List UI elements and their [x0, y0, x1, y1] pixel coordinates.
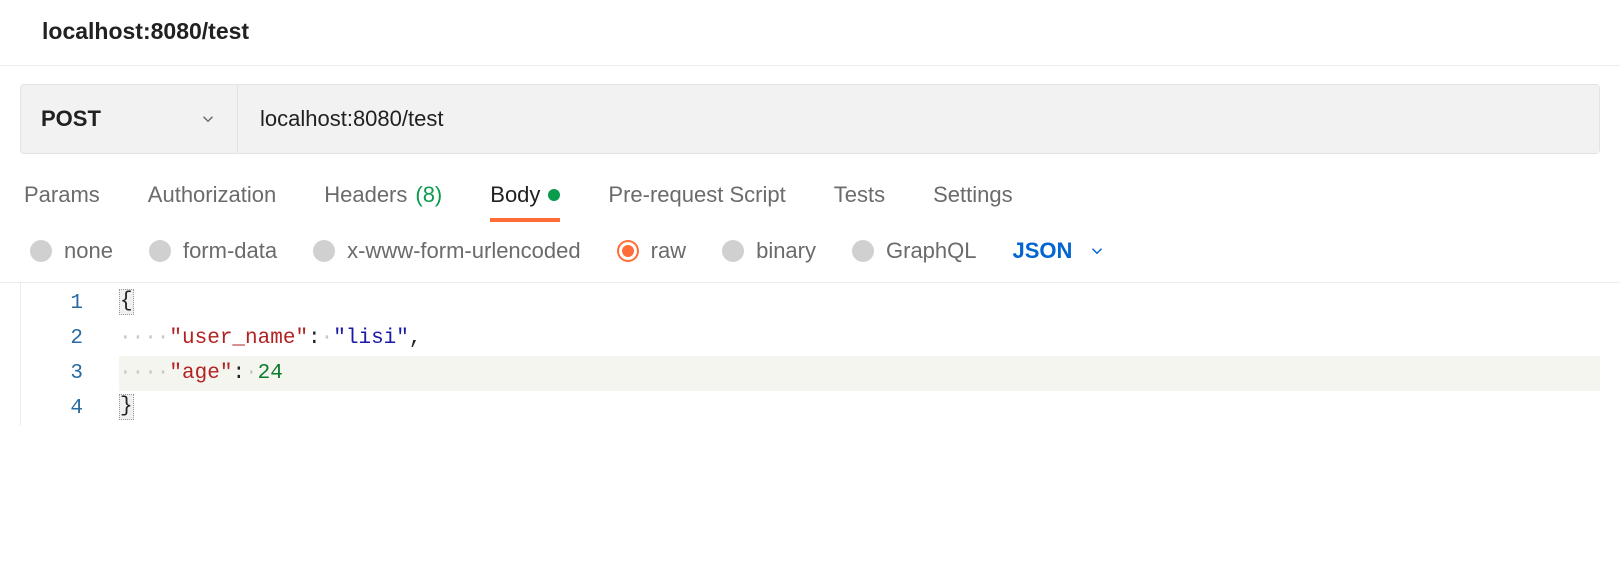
- body-type-binary[interactable]: binary: [722, 238, 816, 264]
- radio-icon: [30, 240, 52, 262]
- line-number: 3: [21, 356, 83, 391]
- tab-body[interactable]: Body: [490, 182, 560, 220]
- code-line: ····"age":·24: [119, 356, 1600, 391]
- body-type-selector: none form-data x-www-form-urlencoded raw…: [0, 220, 1620, 283]
- line-number: 1: [21, 286, 83, 321]
- brace-open-icon: {: [119, 289, 134, 315]
- code-line: }: [119, 391, 1600, 426]
- body-type-graphql[interactable]: GraphQL: [852, 238, 977, 264]
- tab-params[interactable]: Params: [24, 182, 100, 220]
- tab-headers[interactable]: Headers (8): [324, 182, 442, 220]
- tab-settings[interactable]: Settings: [933, 182, 1013, 220]
- tab-prerequest-script[interactable]: Pre-request Script: [608, 182, 785, 220]
- http-method-select[interactable]: POST: [21, 85, 238, 153]
- headers-count: (8): [415, 182, 442, 208]
- request-title: localhost:8080/test: [0, 0, 1620, 66]
- http-method-value: POST: [41, 106, 101, 132]
- body-type-urlencoded[interactable]: x-www-form-urlencoded: [313, 238, 581, 264]
- tab-authorization[interactable]: Authorization: [148, 182, 276, 220]
- body-type-formdata[interactable]: form-data: [149, 238, 277, 264]
- request-url-input[interactable]: localhost:8080/test: [238, 85, 1599, 153]
- body-type-raw[interactable]: raw: [617, 238, 686, 264]
- radio-icon: [313, 240, 335, 262]
- radio-icon: [149, 240, 171, 262]
- brace-close-icon: }: [119, 394, 134, 420]
- chevron-down-icon: [1088, 242, 1106, 260]
- editor-code[interactable]: { ····"user_name":·"lisi", ····"age":·24…: [111, 283, 1600, 426]
- body-editor[interactable]: 1 2 3 4 { ····"user_name":·"lisi", ····"…: [20, 283, 1600, 426]
- code-line: {: [119, 286, 1600, 321]
- chevron-down-icon: [197, 108, 219, 130]
- body-format-select[interactable]: JSON: [1013, 238, 1107, 264]
- radio-icon: [617, 240, 639, 262]
- line-number: 2: [21, 321, 83, 356]
- request-tabs: Params Authorization Headers (8) Body Pr…: [0, 154, 1620, 220]
- body-format-value: JSON: [1013, 238, 1073, 264]
- editor-gutter: 1 2 3 4: [21, 283, 111, 426]
- tab-tests[interactable]: Tests: [834, 182, 885, 220]
- request-url-value: localhost:8080/test: [260, 106, 443, 132]
- request-row: POST localhost:8080/test: [20, 84, 1600, 154]
- radio-icon: [722, 240, 744, 262]
- radio-icon: [852, 240, 874, 262]
- body-modified-indicator-icon: [548, 189, 560, 201]
- body-type-none[interactable]: none: [30, 238, 113, 264]
- code-line: ····"user_name":·"lisi",: [119, 321, 1600, 356]
- line-number: 4: [21, 391, 83, 426]
